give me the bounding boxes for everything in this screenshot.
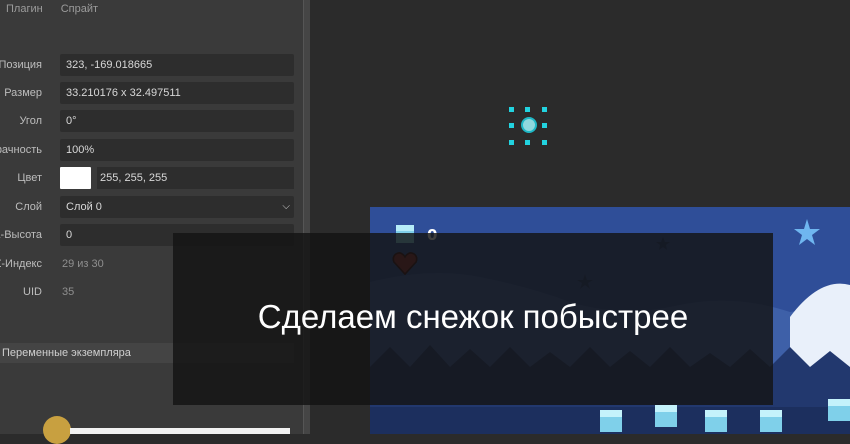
ice-cube-icon	[828, 399, 850, 421]
resize-handle[interactable]	[542, 107, 547, 112]
avatar	[43, 416, 71, 444]
ice-cube-icon	[760, 410, 782, 432]
resize-handle[interactable]	[509, 107, 514, 112]
star-icon	[794, 219, 820, 245]
uid-value: 35	[62, 286, 75, 298]
prop-label: Слой	[15, 201, 42, 213]
chevron-down-icon: ⌵	[282, 201, 290, 212]
size-field[interactable]: 33.210176 x 32.497511	[60, 82, 294, 104]
prop-angle: Угол 0°	[0, 110, 300, 132]
subtitle-text: Сделаем снежок побыстрее	[257, 298, 689, 335]
layer-select[interactable]: Слой 0 ⌵	[60, 196, 294, 218]
prop-layer: Слой Слой 0 ⌵	[0, 196, 300, 218]
resize-handle[interactable]	[509, 123, 514, 128]
prop-opacity: рачность 100%	[0, 139, 300, 161]
tab-plugin[interactable]: Плагин	[6, 3, 43, 15]
prop-label: Цвет	[17, 172, 42, 184]
color-field[interactable]: 255, 255, 255	[97, 167, 294, 189]
ice-cube-icon	[600, 410, 622, 432]
resize-handle[interactable]	[525, 107, 530, 112]
resize-handle[interactable]	[542, 123, 547, 128]
prop-label: Z-Индекс	[0, 258, 42, 270]
prop-size: Размер 33.210176 x 32.497511	[0, 82, 300, 104]
prop-label: Позиция	[0, 59, 42, 71]
subtitle-overlay: Сделаем снежок побыстрее	[173, 233, 773, 405]
prop-position: Позиция 323, -169.018665	[0, 54, 300, 76]
prop-label: Угол	[19, 115, 42, 127]
layer-select-value: Слой 0	[66, 201, 102, 213]
angle-field[interactable]: 0°	[60, 110, 294, 132]
ice-cube-icon	[705, 410, 727, 432]
ice-cube-icon	[655, 405, 677, 427]
prop-label: Z-Высота	[0, 229, 42, 241]
selected-sprite[interactable]	[509, 107, 547, 145]
panel-header: Плагин Спрайт	[0, 0, 303, 18]
zindex-value: 29 из 30	[62, 258, 104, 270]
prop-label: UID	[23, 286, 42, 298]
opacity-field[interactable]: 100%	[60, 139, 294, 161]
bottom-bar	[70, 428, 290, 434]
tab-sprite[interactable]: Спрайт	[61, 3, 98, 15]
resize-handle[interactable]	[542, 140, 547, 145]
prop-label: Размер	[4, 87, 42, 99]
color-swatch[interactable]	[60, 167, 91, 189]
resize-handle[interactable]	[509, 140, 514, 145]
position-field[interactable]: 323, -169.018665	[60, 54, 294, 76]
prop-color: Цвет 255, 255, 255	[0, 167, 300, 189]
snowball-sprite	[521, 117, 537, 133]
resize-handle[interactable]	[525, 140, 530, 145]
prop-label: рачность	[0, 144, 42, 156]
